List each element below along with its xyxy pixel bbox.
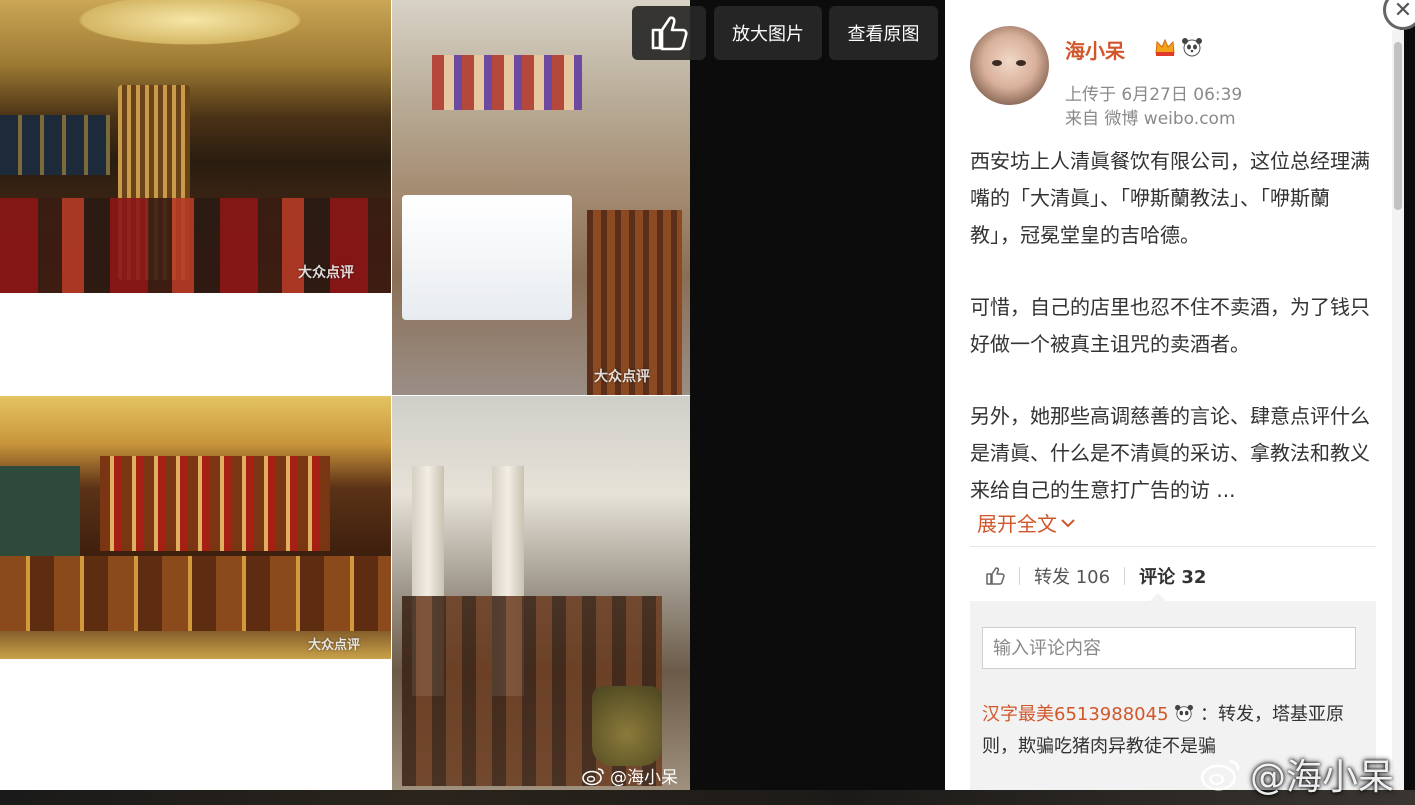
photo-window	[0, 466, 80, 556]
image-viewer: 大众点评 大众点评 大众点评 @海小呆 放大图片 查看原图	[0, 0, 945, 805]
photo-dining-room[interactable]	[392, 396, 690, 790]
dianping-watermark: 大众点评	[594, 369, 650, 385]
photo-white-table	[402, 195, 572, 320]
photo-dining-hall[interactable]: 大众点评	[0, 0, 391, 293]
photo-collage[interactable]: 大众点评 大众点评 大众点评	[0, 0, 690, 790]
like-button[interactable]	[632, 6, 706, 60]
photo-windows	[0, 115, 110, 175]
expand-label: 展开全文	[977, 512, 1057, 536]
comment-caret	[1150, 593, 1166, 601]
comment-action[interactable]: 评论 32	[1139, 563, 1206, 589]
view-original-button[interactable]: 查看原图	[829, 6, 938, 60]
dianping-watermark: 大众点评	[298, 265, 354, 281]
panda-badge-icon[interactable]	[1181, 37, 1203, 57]
weibo-watermark-text: @海小呆	[610, 768, 678, 788]
dianping-watermark: 大众点评	[308, 638, 361, 653]
comment-author[interactable]: 汉字最美6513988045	[982, 704, 1169, 725]
photo-front-counter[interactable]: 大众点评	[0, 396, 391, 659]
like-action[interactable]	[985, 566, 1005, 586]
post-content: 西安坊上人清眞餐饮有限公司，这位总经理满嘴的「大清眞」、「咿斯蘭教法」、「咿斯蘭…	[970, 143, 1378, 544]
action-separator	[1124, 567, 1126, 585]
panda-badge-icon	[1175, 704, 1194, 722]
post-detail-panel: 海小呆 上传于 6月27日 06:39 来自 微博 weibo.com 西安坊上…	[945, 0, 1400, 792]
crown-badge-icon[interactable]	[1154, 37, 1176, 57]
photo-counter	[0, 556, 391, 631]
post-paragraph: 西安坊上人清眞餐饮有限公司，这位总经理满嘴的「大清眞」、「咿斯蘭教法」、「咿斯蘭…	[970, 149, 1370, 247]
comment-input[interactable]	[982, 627, 1356, 669]
post-actions: 转发 106 评论 32	[970, 556, 1376, 596]
avatar-eye	[1016, 60, 1026, 66]
photo-liquor-shelves	[100, 456, 330, 551]
post-paragraph: 另外，她那些高调慈善的言论、肆意点评什么是清眞、什么是不清眞的采访、拿教法和教义…	[970, 404, 1370, 502]
avatar[interactable]	[970, 26, 1049, 105]
username[interactable]: 海小呆	[1065, 35, 1125, 64]
panel-scrollbar[interactable]	[1392, 30, 1404, 792]
scrollbar-thumb[interactable]	[1394, 42, 1402, 210]
photo-shelf	[432, 55, 582, 110]
weibo-logo-icon	[1200, 760, 1240, 791]
overlay-watermark-text: @海小呆	[1250, 757, 1395, 798]
post-source: 来自 微博 weibo.com	[1065, 109, 1236, 129]
divider	[970, 546, 1376, 547]
weibo-watermark: @海小呆	[582, 763, 678, 788]
avatar-eye	[992, 60, 1002, 66]
post-paragraph: 可惜，自己的店里也忍不住不卖酒，为了钱只好做一个被真主诅咒的卖酒者。	[970, 295, 1370, 356]
zoom-image-button[interactable]: 放大图片	[714, 6, 822, 60]
weibo-logo-icon	[582, 767, 604, 785]
thumbs-up-icon	[651, 16, 688, 51]
action-separator	[1019, 567, 1020, 585]
chevron-down-icon	[1061, 518, 1075, 527]
close-icon: ✕	[1393, 0, 1413, 23]
upload-time: 上传于 6月27日 06:39	[1065, 85, 1243, 105]
photo-teapot	[592, 686, 662, 766]
expand-full-text-link[interactable]: 展开全文	[977, 508, 1075, 537]
repost-action[interactable]: 转发 106	[1034, 563, 1110, 589]
thumbs-up-icon	[986, 567, 1005, 585]
overlay-watermark: @海小呆	[1200, 748, 1394, 800]
